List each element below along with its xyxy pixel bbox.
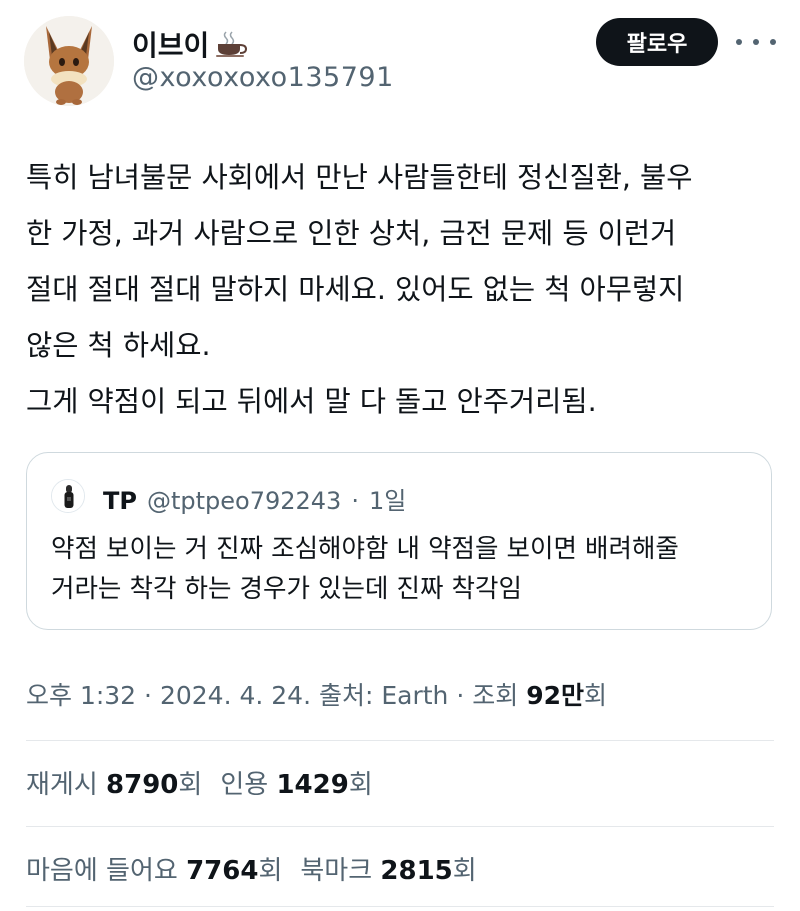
post-date[interactable]: 2024. 4. 24.	[160, 681, 311, 710]
quoted-line: 약점 보이는 거 진짜 조심해야함 내 약점을 보이면 배려해줄	[51, 534, 679, 564]
display-name-text: 이브이	[132, 29, 210, 62]
quoted-display-name[interactable]: TP	[103, 487, 137, 515]
retweets-unit: 회	[178, 770, 203, 800]
quoted-separator: ·	[351, 487, 359, 515]
tweet-body: 특히 남녀불문 사회에서 만난 사람들한테 정신질환, 불우한 가정, 과거 사…	[26, 150, 778, 430]
tweet-meta: 오후 1:32 · 2024. 4. 24. 출처: Earth · 조회 92…	[26, 676, 607, 712]
bookmarks-unit: 회	[452, 856, 477, 886]
retweet-count[interactable]: 재게시 8790회	[26, 764, 202, 801]
quoted-handle[interactable]: @tptpeo792243	[147, 487, 341, 515]
stats-row-engagement: 마음에 들어요 7764회 북마크 2815회	[26, 850, 477, 887]
author-handle[interactable]: @xoxoxoxo135791	[132, 62, 394, 93]
quotes-unit: 회	[348, 770, 373, 800]
avatar[interactable]	[24, 16, 114, 106]
bookmark-count[interactable]: 북마크 2815회	[300, 850, 476, 887]
quoted-avatar[interactable]	[51, 479, 85, 513]
quotes-label: 인용	[220, 770, 269, 800]
microphone-avatar-icon	[52, 480, 84, 512]
views-label: 조회	[472, 681, 519, 710]
likes-value: 7764	[186, 856, 259, 886]
like-count[interactable]: 마음에 들어요 7764회	[26, 850, 282, 887]
quoted-header: TP @tptpeo792243 · 1일	[103, 481, 406, 516]
quoted-time: 1일	[368, 487, 407, 515]
quoted-body: 약점 보이는 거 진짜 조심해야함 내 약점을 보이면 배려해줄거라는 착각 하…	[51, 529, 751, 609]
tweet-line: 특히 남녀불문 사회에서 만난 사람들한테 정신질환, 불우	[26, 161, 693, 194]
retweets-value: 8790	[106, 770, 179, 800]
divider	[26, 826, 774, 827]
tweet-line: 절대 절대 절대 말하지 마세요. 있어도 없는 척 아무렇지	[26, 273, 685, 306]
tweet-line: 않은 척 하세요.	[26, 329, 211, 362]
display-name[interactable]: 이브이	[132, 24, 249, 64]
quotes-value: 1429	[276, 770, 349, 800]
likes-unit: 회	[258, 856, 283, 886]
views-unit: 회	[584, 681, 608, 710]
views-value: 92만	[526, 681, 585, 710]
stats-row-shares: 재게시 8790회 인용 1429회	[26, 764, 373, 801]
meta-separator: ·	[456, 681, 465, 710]
retweets-label: 재게시	[26, 770, 98, 800]
divider	[26, 740, 774, 741]
quote-count[interactable]: 인용 1429회	[220, 764, 372, 801]
likes-label: 마음에 들어요	[26, 856, 178, 886]
tweet-header: 이브이 @xoxoxoxo135791 팔로우	[0, 0, 800, 120]
tweet-line: 그게 약점이 되고 뒤에서 말 다 돌고 안주거리됨.	[26, 385, 597, 418]
post-source: 출처: Earth	[318, 681, 449, 710]
coffee-cup-icon	[216, 31, 248, 57]
eevee-avatar-icon	[24, 16, 114, 106]
bookmarks-label: 북마크	[300, 856, 373, 886]
tweet-line: 한 가정, 과거 사람으로 인한 상처, 금전 문제 등 이런거	[26, 217, 677, 250]
quoted-line: 거라는 착각 하는 경우가 있는데 진짜 착각임	[51, 574, 522, 604]
more-options-icon[interactable]	[736, 28, 776, 56]
divider	[26, 906, 774, 907]
bookmarks-value: 2815	[380, 856, 453, 886]
quoted-tweet[interactable]: TP @tptpeo792243 · 1일 약점 보이는 거 진짜 조심해야함 …	[26, 452, 772, 630]
meta-separator: ·	[144, 681, 152, 710]
post-time[interactable]: 오후 1:32	[26, 681, 136, 710]
follow-button[interactable]: 팔로우	[596, 18, 718, 66]
